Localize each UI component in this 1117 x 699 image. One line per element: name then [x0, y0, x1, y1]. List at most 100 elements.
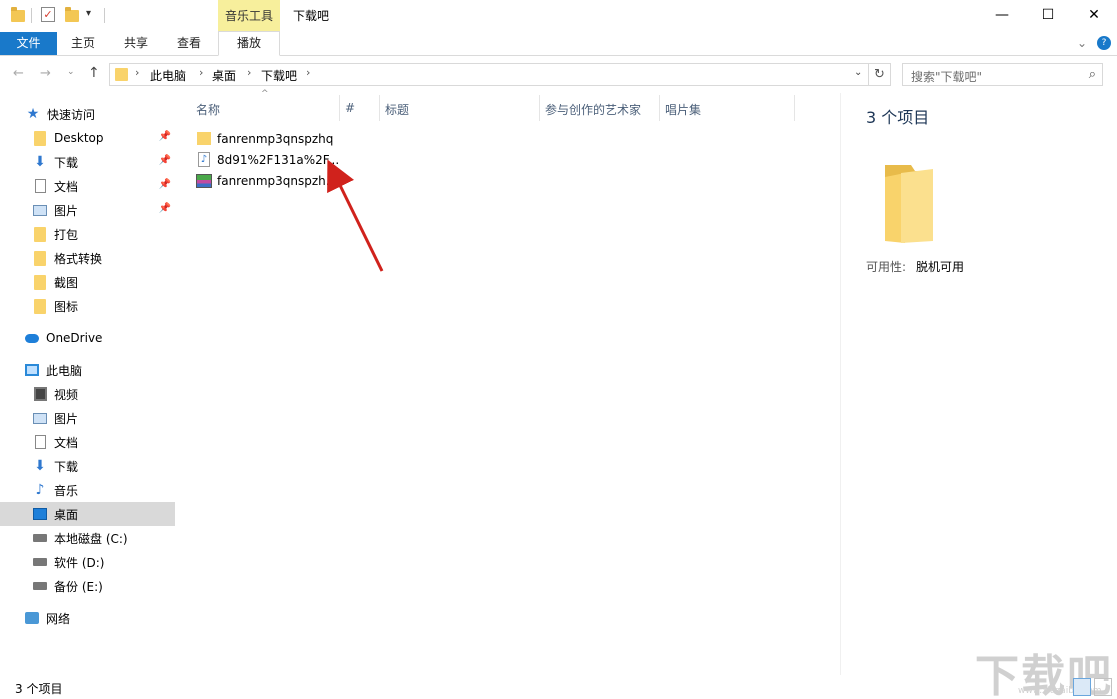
pin-icon[interactable]: 📌 — [159, 179, 171, 190]
annotation-arrow — [327, 159, 384, 272]
nav-label: Desktop — [54, 131, 104, 145]
recent-locations-icon[interactable]: ⌄ — [67, 67, 75, 77]
nav-label: 视频 — [54, 387, 79, 402]
maximize-button[interactable]: ☐ — [1025, 0, 1071, 30]
nav-quick-item[interactable]: 截图 — [0, 270, 175, 294]
pin-icon[interactable]: 📌 — [159, 131, 171, 142]
drive-icon — [33, 531, 47, 545]
nav-pc-item[interactable]: 视频 — [0, 382, 175, 406]
nav-pc-item[interactable]: ♪ 音乐 — [0, 478, 175, 502]
breadcrumb-current[interactable]: 下载吧 — [261, 67, 297, 84]
large-icons-view-icon[interactable] — [1094, 678, 1112, 696]
nav-label: 此电脑 — [46, 363, 83, 378]
nav-pc-item[interactable]: 软件 (D:) — [0, 550, 175, 574]
tab-share[interactable]: 共享 — [113, 32, 159, 55]
document-icon — [33, 435, 47, 449]
folder-icon — [885, 165, 933, 243]
tab-play[interactable]: 播放 — [218, 31, 280, 56]
column-header-artists[interactable]: 参与创作的艺术家 — [545, 101, 641, 118]
nav-label: 格式转换 — [54, 251, 103, 266]
nav-quick-item[interactable]: ⬇ 下载 📌 — [0, 150, 175, 174]
nav-label: 图片 — [54, 203, 79, 218]
breadcrumb-chevron-icon[interactable]: › — [199, 66, 203, 79]
column-divider[interactable] — [659, 95, 660, 121]
archive-icon — [196, 173, 212, 189]
document-icon — [33, 179, 47, 193]
nav-quick-item[interactable]: 文档 📌 — [0, 174, 175, 198]
maximize-icon: ☐ — [1041, 7, 1055, 23]
search-input[interactable]: 搜索"下载吧" — [911, 68, 982, 85]
details-item-count: 3 个项目 — [866, 108, 930, 127]
column-divider[interactable] — [794, 95, 795, 121]
breadcrumb-chevron-icon[interactable]: › — [135, 66, 139, 79]
picture-icon — [33, 411, 47, 425]
breadcrumb-this-pc[interactable]: 此电脑 — [150, 67, 186, 84]
window-title: 下载吧 — [293, 9, 330, 23]
nav-this-pc[interactable]: 此电脑 — [0, 358, 175, 382]
minimize-button[interactable]: — — [979, 0, 1025, 30]
nav-quick-item[interactable]: Desktop 📌 — [0, 126, 175, 150]
tab-file[interactable]: 文件 — [0, 32, 57, 55]
folder-icon[interactable] — [11, 7, 25, 22]
desktop-icon — [33, 507, 47, 521]
folder-icon — [115, 68, 128, 81]
column-divider[interactable] — [379, 95, 380, 121]
nav-pc-item[interactable]: 文档 — [0, 430, 175, 454]
refresh-button[interactable]: ↻ — [869, 63, 891, 86]
video-icon — [33, 387, 47, 401]
properties-icon[interactable]: ✓ — [41, 7, 55, 22]
nav-label: 快速访问 — [47, 107, 96, 122]
nav-pc-item[interactable]: ⬇ 下载 — [0, 454, 175, 478]
column-header-title[interactable]: 标题 — [385, 101, 409, 118]
help-icon[interactable]: ? — [1097, 36, 1111, 50]
nav-pc-item[interactable]: 备份 (E:) — [0, 574, 175, 598]
back-icon[interactable]: ← — [13, 66, 24, 81]
folder-icon — [196, 131, 212, 147]
file-list: ^ 名称 # 标题 参与创作的艺术家 唱片集 fanrenmp3qnspzhq … — [180, 89, 840, 675]
tab-view[interactable]: 查看 — [166, 32, 212, 55]
forward-icon[interactable]: → — [40, 66, 51, 81]
nav-quick-access[interactable]: ★ 快速访问 — [0, 102, 175, 126]
column-header-number[interactable]: # — [345, 101, 355, 115]
nav-label: 软件 (D:) — [54, 555, 105, 570]
navigation-pane: ★ 快速访问 Desktop 📌 ⬇ 下载 📌 文档 📌 图片 📌 打包 格式转换 截图 图标 OneD… — [0, 93, 178, 675]
folder-icon — [33, 226, 47, 242]
nav-pc-item[interactable]: 本地磁盘 (C:) — [0, 526, 175, 550]
folder-icon — [33, 274, 47, 290]
ribbon-expand-icon[interactable]: ⌄ — [1077, 36, 1087, 50]
status-item-count: 3 个项目 — [15, 682, 63, 696]
search-icon: ⌕ — [1088, 67, 1096, 82]
breadcrumb-chevron-icon[interactable]: › — [306, 66, 310, 79]
new-folder-icon[interactable] — [65, 7, 79, 22]
nav-quick-item[interactable]: 图标 — [0, 294, 175, 318]
nav-pc-item[interactable]: 桌面 — [0, 502, 175, 526]
file-row-folder[interactable]: fanrenmp3qnspzhq — [196, 128, 346, 149]
nav-label: 图片 — [54, 411, 79, 426]
tab-home[interactable]: 主页 — [60, 32, 106, 55]
onedrive-icon — [25, 331, 39, 345]
column-header-album[interactable]: 唱片集 — [665, 101, 701, 118]
nav-label: 图标 — [54, 299, 79, 314]
nav-quick-item[interactable]: 打包 — [0, 222, 175, 246]
nav-onedrive[interactable]: OneDrive — [0, 326, 175, 350]
close-button[interactable]: ✕ — [1071, 0, 1117, 30]
column-divider[interactable] — [539, 95, 540, 121]
pin-icon[interactable]: 📌 — [159, 203, 171, 214]
nav-quick-item[interactable]: 格式转换 — [0, 246, 175, 270]
divider — [104, 8, 105, 23]
drive-icon — [33, 579, 47, 593]
breadcrumb-chevron-icon[interactable]: › — [247, 66, 251, 79]
nav-pc-item[interactable]: 图片 — [0, 406, 175, 430]
up-icon[interactable]: ↑ — [88, 65, 100, 81]
details-view-icon[interactable] — [1073, 678, 1091, 696]
column-divider[interactable] — [339, 95, 340, 121]
nav-quick-item[interactable]: 图片 📌 — [0, 198, 175, 222]
column-header-name[interactable]: 名称 — [196, 101, 220, 118]
breadcrumb-desktop[interactable]: 桌面 — [212, 67, 236, 84]
address-dropdown-icon[interactable]: ⌄ — [854, 67, 862, 78]
search-box[interactable]: 搜索"下载吧" ⌕ — [902, 63, 1103, 86]
nav-label: 打包 — [54, 227, 79, 242]
nav-network[interactable]: 网络 — [0, 606, 175, 630]
pin-icon[interactable]: 📌 — [159, 155, 171, 166]
customize-quick-access-icon[interactable]: ▾ — [86, 8, 91, 19]
